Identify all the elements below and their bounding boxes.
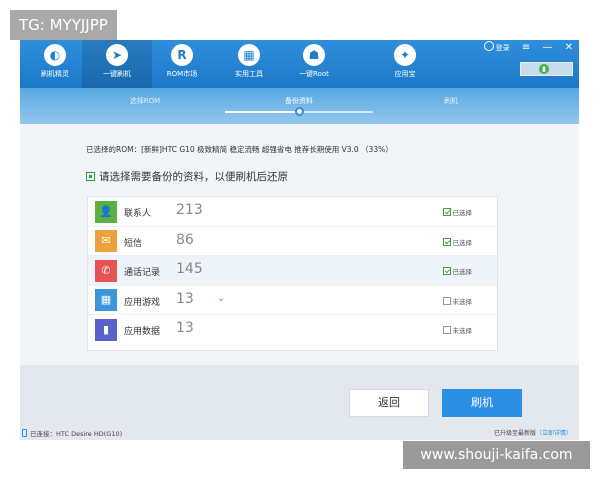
- backup-item-label: 应用游戏: [124, 297, 161, 308]
- mode-toggle[interactable]: ▮: [520, 62, 573, 76]
- toolbar-item-app-store[interactable]: ✦ 应用宝: [370, 40, 440, 88]
- backup-row-apps[interactable]: ▦ 应用游戏 13 ⌄ 未选择: [88, 286, 497, 316]
- toolbar-item-label: 一键Root: [299, 70, 329, 78]
- backup-row-call-log[interactable]: ✆ 通话记录 145 已选择: [88, 256, 497, 286]
- backup-item-status: 已选择: [452, 238, 473, 247]
- watermark-bottom-right: www.shouji-kaifa.com: [403, 441, 590, 469]
- backup-item-label: 短信: [124, 238, 143, 249]
- backup-row-app-data[interactable]: ▮ 应用数据 13 未选择: [88, 315, 497, 345]
- rom-market-icon: R: [171, 44, 193, 66]
- root-icon: ☗: [303, 44, 325, 66]
- checkbox-unchecked-icon[interactable]: [442, 296, 451, 305]
- step-line-done: [225, 111, 299, 113]
- sms-icon: ✉: [95, 230, 117, 253]
- window-controls: 登录 ≡ — ✕: [475, 41, 573, 57]
- app-data-icon: ▮: [95, 318, 117, 341]
- backup-item-count: 145: [176, 261, 203, 278]
- checkbox-checked-icon[interactable]: [442, 267, 451, 276]
- toolbar-item-label: 实用工具: [235, 70, 263, 78]
- toolbar-item-tools[interactable]: ▦ 实用工具: [214, 40, 284, 88]
- footer-bar: 返回 刷机 已连接：HTC Desire HD(G10) 已升级至最新版（立即详…: [20, 365, 579, 440]
- toolbar-item-label: 一键刷机: [103, 70, 131, 78]
- backup-item-label: 联系人: [124, 209, 152, 219]
- selected-rom-text: 已选择的ROM：[新鲜]HTC G10 极致精简 稳定流畅 超强省电 推荐长期使…: [86, 145, 393, 154]
- backup-item-toggle[interactable]: 未选择: [442, 296, 473, 306]
- backup-item-status: 未选择: [452, 327, 473, 336]
- checkbox-icon: [86, 172, 95, 181]
- backup-item-label: 通话记录: [124, 268, 161, 279]
- backup-item-count: 13: [176, 290, 194, 307]
- version-status: 已升级至最新版（立即详情）: [494, 428, 572, 437]
- backup-item-count: 86: [176, 231, 194, 248]
- back-button[interactable]: 返回: [349, 389, 429, 417]
- device-status: 已连接：HTC Desire HD(G10): [22, 428, 122, 438]
- apps-icon: ▦: [95, 289, 117, 312]
- toolbar-item-rom-market[interactable]: R ROM市场: [147, 40, 217, 88]
- flash-button[interactable]: 刷机: [442, 389, 522, 417]
- login-link[interactable]: 登录: [496, 43, 510, 53]
- step-line-pending: [299, 111, 373, 113]
- version-details-link[interactable]: （立即详情）: [536, 430, 572, 437]
- contacts-icon: 👤: [95, 200, 117, 223]
- toolbar-item-label: ROM市场: [166, 70, 198, 78]
- backup-item-toggle[interactable]: 已选择: [442, 207, 473, 217]
- minimize-icon[interactable]: —: [542, 42, 552, 53]
- version-status-text: 已升级至最新版: [493, 430, 536, 437]
- backup-item-toggle[interactable]: 已选择: [442, 266, 473, 277]
- device-status-text: 已连接：HTC Desire HD(G10): [30, 430, 123, 438]
- checkbox-checked-icon[interactable]: [442, 208, 451, 216]
- toolbar-item-label: 刷机精灵: [41, 70, 69, 78]
- toolbar-item-one-click-flash[interactable]: ➤ 一键刷机: [82, 40, 152, 88]
- phone-call-icon: ✆: [95, 259, 117, 282]
- chevron-down-icon[interactable]: ⌄: [217, 293, 225, 304]
- backup-item-count: 13: [176, 320, 194, 337]
- cursor-icon: ➤: [106, 44, 128, 66]
- watermark-top-left: TG: MYYJJPP: [10, 10, 117, 40]
- menu-icon[interactable]: ≡: [522, 42, 530, 53]
- backup-row-sms[interactable]: ✉ 短信 86 已选择: [88, 227, 497, 257]
- close-icon[interactable]: ✕: [565, 42, 573, 53]
- tools-grid-icon: ▦: [238, 44, 260, 66]
- step-label-select-rom: 选择ROM: [129, 97, 161, 105]
- backup-row-contacts[interactable]: 👤 联系人 213 已选择: [88, 197, 497, 227]
- app-window: ◐ 刷机精灵 ➤ 一键刷机 R ROM市场 ▦ 实用工具 ☗ 一键Root ✦ …: [20, 40, 579, 440]
- backup-item-status: 已选择: [452, 209, 473, 217]
- backup-item-status: 已选择: [452, 268, 473, 277]
- user-icon[interactable]: [483, 41, 494, 51]
- step-label-flash: 刷机: [444, 97, 458, 105]
- app-store-icon: ✦: [394, 44, 416, 66]
- backup-item-count: 213: [176, 202, 203, 218]
- top-toolbar: ◐ 刷机精灵 ➤ 一键刷机 R ROM市场 ▦ 实用工具 ☗ 一键Root ✦ …: [20, 40, 579, 88]
- page: TG: MYYJJPP www.shouji-kaifa.com ◐ 刷机精灵 …: [0, 0, 600, 480]
- step-label-backup: 备份资料: [285, 97, 313, 105]
- step-current-marker: [295, 107, 304, 116]
- toggle-knob-icon: ▮: [539, 64, 549, 74]
- sprite-icon: ◐: [44, 44, 66, 66]
- checkbox-unchecked-icon[interactable]: [442, 326, 451, 335]
- backup-list: 👤 联系人 213 已选择 ✉ 短信 86 已选择 ✆ 通话记录 145 已选择…: [87, 196, 498, 351]
- backup-item-toggle[interactable]: 未选择: [442, 325, 473, 336]
- instruction-text: 请选择需要备份的资料，以便刷机后还原: [99, 171, 288, 183]
- backup-item-label: 应用数据: [124, 327, 161, 338]
- toolbar-item-root[interactable]: ☗ 一键Root: [279, 40, 349, 88]
- backup-instruction: 请选择需要备份的资料，以便刷机后还原: [86, 169, 288, 184]
- toolbar-item-label: 应用宝: [394, 70, 416, 78]
- toolbar-item-sprite[interactable]: ◐ 刷机精灵: [20, 40, 90, 88]
- checkbox-checked-icon[interactable]: [442, 237, 451, 246]
- backup-item-toggle[interactable]: 已选择: [442, 237, 473, 247]
- phone-icon: [22, 429, 27, 437]
- backup-item-status: 未选择: [452, 297, 473, 306]
- step-progress: 选择ROM 备份资料 刷机: [20, 88, 579, 124]
